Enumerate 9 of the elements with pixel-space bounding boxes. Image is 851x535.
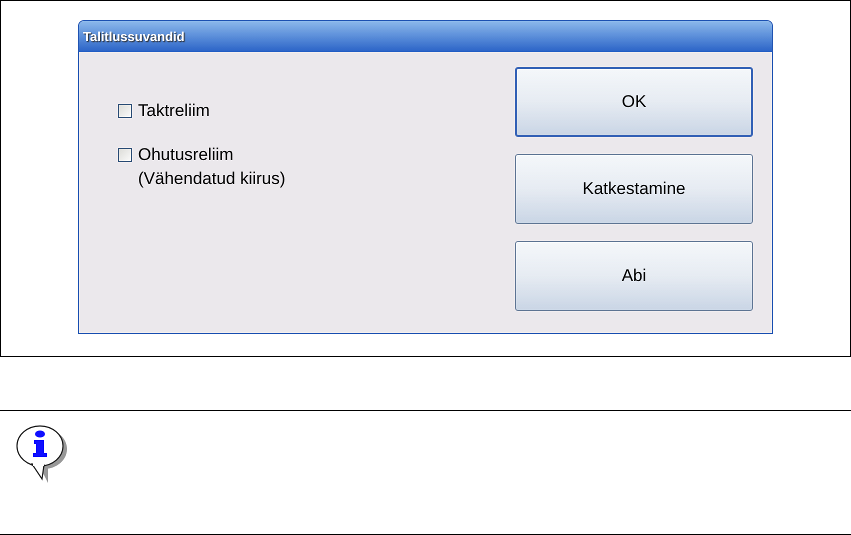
dialog-button[interactable]: OK [515,67,753,137]
checkbox[interactable] [118,104,132,118]
checkbox-label: Taktreliim [138,101,210,121]
dialog-button[interactable]: Abi [515,241,753,311]
checkbox-sublabel: (Vähendatud kiirus) [138,169,286,189]
checkbox-label: Ohutusreliim [138,145,234,165]
checkbox[interactable] [118,148,132,162]
window-title: Talitlussuvandid [83,28,185,46]
dialog-button[interactable]: Katkestamine [515,154,753,224]
